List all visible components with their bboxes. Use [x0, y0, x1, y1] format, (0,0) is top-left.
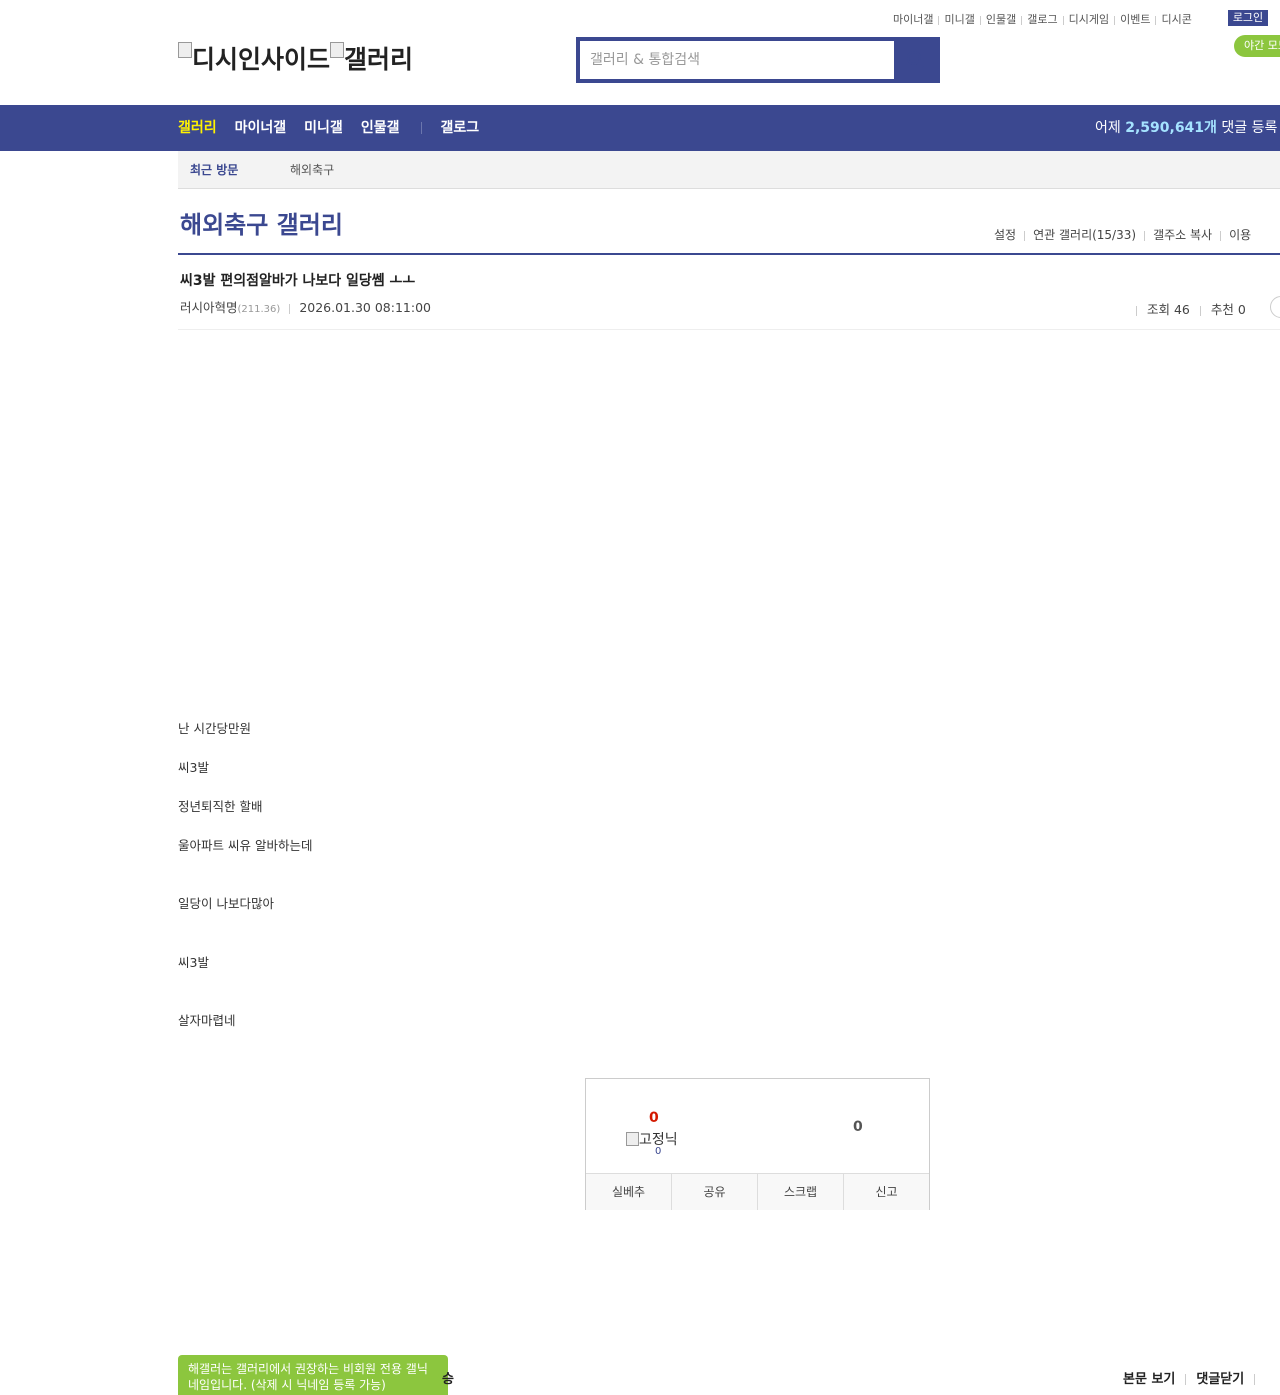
- post-body-line: 일당이 나보다많아: [178, 896, 274, 911]
- top-link-person-gallery[interactable]: 인물갤: [986, 11, 1016, 27]
- divider: [289, 303, 291, 314]
- top-link-event[interactable]: 이벤트: [1120, 11, 1150, 27]
- view-post-button[interactable]: 본문 보기: [1123, 1372, 1175, 1387]
- night-mode-button[interactable]: 야간 모드: [1234, 35, 1280, 57]
- nav-item-gallery[interactable]: 갤러리: [178, 105, 217, 151]
- top-utility-links: 마이너갤 미니갤 인물갤 갤로그 디시게임 이벤트 디시콘: [893, 11, 1192, 27]
- nav-item-gallog[interactable]: 갤로그: [440, 105, 479, 151]
- gallery-settings-link[interactable]: 설정: [994, 228, 1016, 242]
- post-author[interactable]: 러시아혁명: [180, 300, 238, 315]
- divider: [1185, 1374, 1187, 1385]
- top-link-dccon[interactable]: 디시콘: [1161, 11, 1191, 27]
- divider: [1062, 15, 1064, 25]
- recommend-up-count: 0: [649, 1110, 659, 1126]
- main-nav-bar: 갤러리 마이너갤 미니갤 인물갤 갤로그 어제 2,590,641개 댓글 등록: [0, 105, 1280, 151]
- broken-image-icon: [626, 1132, 639, 1146]
- recent-visit-bar: 최근 방문 해외축구: [178, 151, 1280, 189]
- recent-visit-item[interactable]: 해외축구: [290, 151, 334, 189]
- top-link-minor-gallery[interactable]: 마이너갤: [893, 11, 933, 27]
- top-link-dc-game[interactable]: 디시게임: [1069, 11, 1109, 27]
- post-options-button[interactable]: [1270, 296, 1280, 318]
- broken-image-icon: [330, 42, 345, 58]
- nav-item-person-gallery[interactable]: 인물갤: [361, 105, 400, 151]
- share-button[interactable]: 공유: [672, 1174, 758, 1210]
- post-author-ip: (211.36): [237, 304, 281, 315]
- top-link-gallog[interactable]: 갤로그: [1027, 11, 1057, 27]
- divider: [1114, 15, 1116, 25]
- bottom-links: 본문 보기 댓글닫기: [1123, 1368, 1265, 1387]
- post-body-line: 씨3발: [178, 955, 209, 970]
- search-box: [576, 37, 940, 83]
- divider: [1254, 1374, 1256, 1385]
- stat-prefix: 어제: [1095, 120, 1126, 136]
- post-body-line: 울아파트 씨유 알바하는데: [178, 838, 313, 853]
- divider: [1220, 230, 1222, 241]
- real-best-button[interactable]: 실베추: [586, 1174, 672, 1210]
- copy-gallery-address-link[interactable]: 갤주소 복사: [1153, 228, 1212, 242]
- recommend-down-count: 0: [853, 1119, 863, 1135]
- comment-stat: 어제 2,590,641개 댓글 등록: [1095, 105, 1277, 151]
- post-body-line: 살자마렵네: [178, 1013, 236, 1028]
- divider: [1024, 230, 1026, 241]
- hidden-text-fragment: 승: [442, 1372, 454, 1387]
- post-date: 2026.01.30 08:11:00: [299, 300, 431, 315]
- main-menu: 갤러리 마이너갤 미니갤 인물갤 갤로그: [178, 105, 497, 151]
- post-body-line: 씨3발: [178, 760, 209, 775]
- divider: [938, 15, 940, 25]
- gallery-menu: 설정 연관 갤러리(15/33) 갤주소 복사 이용: [994, 226, 1251, 243]
- stat-suffix: 댓글 등록: [1216, 120, 1278, 136]
- logo-site-name: 디시인사이드: [192, 46, 331, 74]
- divider: [1155, 15, 1157, 25]
- gallery-usage-link[interactable]: 이용: [1229, 228, 1251, 242]
- post-title: 씨3발 편의점알바가 나보다 일당쎔 ㅗㅗ: [180, 273, 416, 289]
- report-button[interactable]: 신고: [844, 1174, 929, 1210]
- divider: [1144, 230, 1146, 241]
- post-header-divider: [178, 329, 1280, 330]
- divider: [1199, 305, 1201, 316]
- logo-section-name: 갤러리: [344, 46, 414, 74]
- search-icon: [907, 51, 924, 68]
- scrap-button[interactable]: 스크랩: [758, 1174, 844, 1210]
- related-gallery-link[interactable]: 연관 갤러리(15/33): [1033, 228, 1136, 242]
- guest-nick-tooltip: 해갤러는 갤러리에서 권장하는 비회원 전용 갤닉네임입니다. (삭제 시 닉네…: [178, 1355, 448, 1395]
- nav-item-minor-gallery[interactable]: 마이너갤: [235, 105, 287, 151]
- gallery-title[interactable]: 해외축구 갤러리: [180, 205, 343, 240]
- divider: [1136, 305, 1137, 316]
- post-stats: 조회 46 추천 0: [1136, 299, 1246, 318]
- title-divider: [178, 253, 1280, 255]
- search-input[interactable]: [580, 41, 894, 79]
- divider: [1021, 15, 1023, 25]
- recommend-box: 0 고정닉 0 0 실베추 공유 스크랩 신고: [585, 1078, 930, 1210]
- nav-item-mini-gallery[interactable]: 미니갤: [304, 105, 343, 151]
- fixed-nick-count: 0: [655, 1146, 662, 1157]
- close-comments-button[interactable]: 댓글닫기: [1196, 1372, 1244, 1387]
- login-button[interactable]: 로그인: [1228, 10, 1268, 26]
- post-recommend-count: 추천 0: [1210, 302, 1246, 317]
- stat-value: 2,590,641개: [1125, 120, 1217, 136]
- divider: [979, 15, 981, 25]
- post-body-line: 정년퇴직한 할배: [178, 799, 263, 814]
- site-logo[interactable]: 디시인사이드 갤러리: [178, 40, 413, 76]
- post-views: 조회 46: [1147, 302, 1190, 317]
- post-body-line: 난 시간당만원: [178, 721, 251, 736]
- fixed-nick-image: 고정닉: [626, 1129, 678, 1149]
- post-meta: 러시아혁명(211.36) 2026.01.30 08:11:00: [180, 297, 431, 316]
- divider: [421, 122, 423, 134]
- recent-visit-label[interactable]: 최근 방문: [190, 151, 238, 189]
- recommend-actions: 실베추 공유 스크랩 신고: [586, 1173, 929, 1210]
- search-button[interactable]: [896, 41, 936, 79]
- broken-image-icon: [178, 42, 192, 58]
- top-link-mini-gallery[interactable]: 미니갤: [944, 11, 974, 27]
